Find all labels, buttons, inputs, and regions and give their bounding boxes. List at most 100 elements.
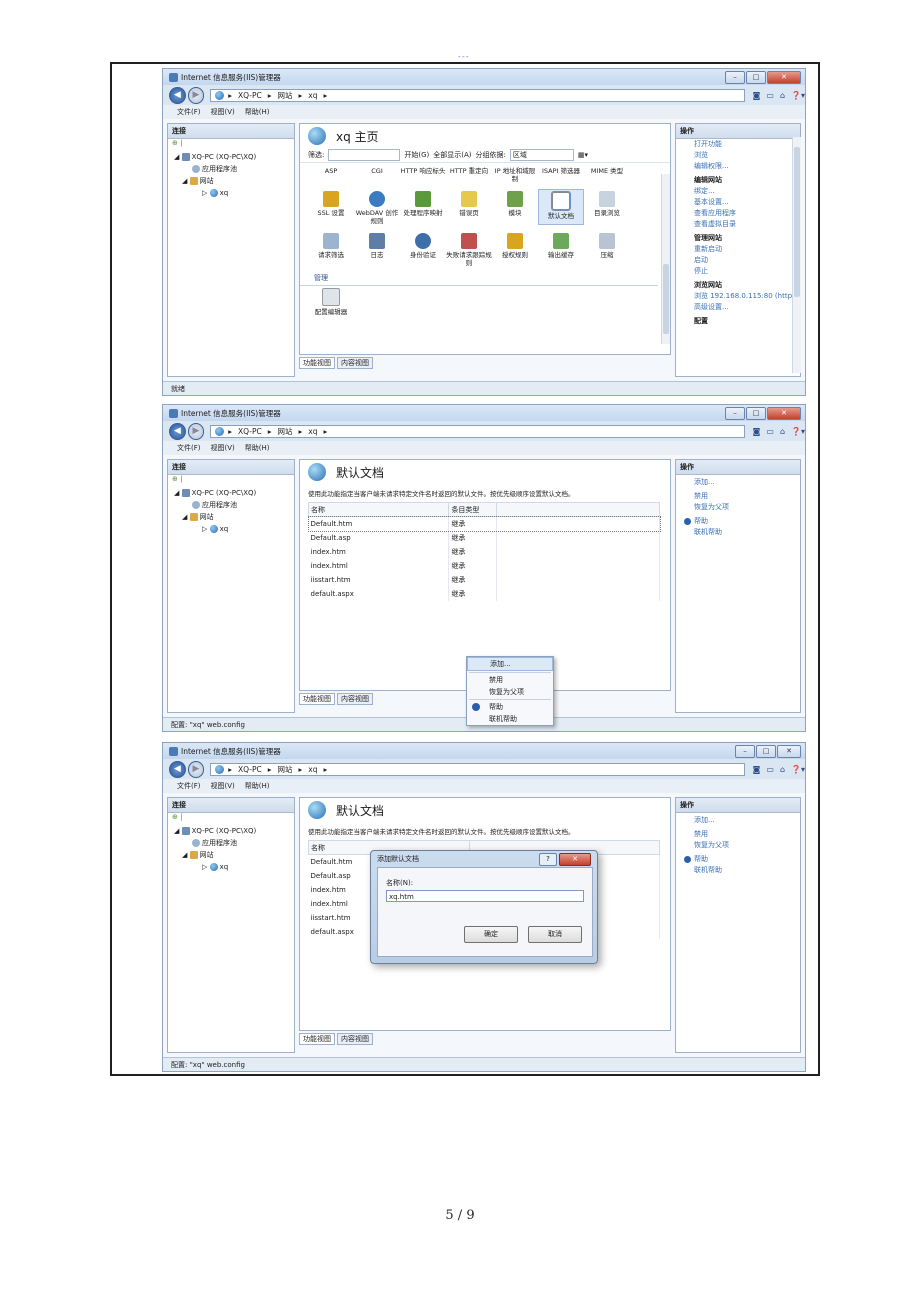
tree-node-apppools[interactable]: 应用程序池: [172, 499, 294, 511]
menu-help[interactable]: 帮助(H): [245, 781, 270, 791]
address-path[interactable]: ▸ XQ-PC ▸ 网站 ▸ xq ▸: [210, 762, 745, 776]
feature-webdav[interactable]: WebDAV 创作规则: [354, 189, 400, 225]
tab-features-view[interactable]: 功能视图: [299, 1033, 335, 1045]
action-disable[interactable]: 禁用: [682, 829, 800, 840]
minimize-button[interactable]: –: [725, 407, 745, 420]
feature-authorization-rules[interactable]: 授权规则: [492, 231, 538, 267]
action-link[interactable]: 停止: [682, 266, 800, 277]
feature-modules[interactable]: 模块: [492, 189, 538, 225]
feature-output-caching[interactable]: 输出缓存: [538, 231, 584, 267]
action-help[interactable]: 帮助: [682, 516, 800, 527]
help-icon[interactable]: ❓▾: [791, 91, 805, 100]
maximize-button[interactable]: □: [756, 745, 776, 758]
breadcrumb-pc[interactable]: XQ-PC: [238, 427, 262, 436]
menu-file[interactable]: 文件(F): [177, 107, 201, 117]
menu-help[interactable]: 帮助(H): [245, 107, 270, 117]
feature-request-filtering[interactable]: 请求筛选: [308, 231, 354, 267]
breadcrumb-site[interactable]: xq: [308, 765, 317, 774]
stop-icon[interactable]: ▭: [766, 91, 774, 100]
tab-content-view[interactable]: 内容视图: [337, 1033, 373, 1045]
minimize-button[interactable]: –: [725, 71, 745, 84]
action-link[interactable]: 打开功能: [682, 139, 800, 150]
action-link[interactable]: 基本设置...: [682, 197, 800, 208]
show-all-button[interactable]: 全部显示(A): [433, 150, 471, 160]
tree-node-apppools[interactable]: 应用程序池: [172, 163, 294, 175]
back-button[interactable]: ◀: [169, 86, 186, 104]
help-icon[interactable]: ❓▾: [791, 765, 805, 774]
action-revert-to-parent[interactable]: 恢复为父项: [682, 502, 800, 513]
feature-error-pages[interactable]: 错误页: [446, 189, 492, 225]
feature-compression[interactable]: 压缩: [584, 231, 630, 267]
feature-asp[interactable]: ASP: [308, 167, 354, 183]
tab-features-view[interactable]: 功能视图: [299, 357, 335, 369]
action-link[interactable]: 启动: [682, 255, 800, 266]
context-add[interactable]: 添加...: [467, 657, 553, 671]
view-mode-icon[interactable]: ▦▾: [578, 151, 588, 159]
tree-node-xq[interactable]: ▷ xq: [172, 523, 294, 535]
column-entry-type[interactable]: 条目类型: [448, 502, 498, 517]
action-link[interactable]: 浏览 192.168.0.115:80 (http): [682, 291, 800, 302]
table-row[interactable]: Default.asp 继承: [308, 531, 660, 545]
home-icon[interactable]: ⌂: [780, 91, 785, 100]
home-scrollbar[interactable]: [661, 174, 670, 344]
menu-file[interactable]: 文件(F): [177, 781, 201, 791]
context-online-help[interactable]: 联机帮助: [467, 713, 553, 725]
address-path[interactable]: ▸ XQ-PC ▸ 网站 ▸ xq ▸: [210, 88, 745, 102]
forward-button[interactable]: ▶: [187, 422, 205, 440]
back-button[interactable]: ◀: [169, 422, 186, 440]
action-help[interactable]: 帮助: [682, 854, 800, 865]
help-icon[interactable]: ❓▾: [791, 427, 805, 436]
table-row[interactable]: index.html 继承: [308, 559, 660, 573]
column-name[interactable]: 名称: [307, 502, 450, 517]
action-revert-to-parent[interactable]: 恢复为父项: [682, 840, 800, 851]
feature-cgi[interactable]: CGI: [354, 167, 400, 183]
group-by-select[interactable]: 区域: [509, 149, 574, 161]
tab-content-view[interactable]: 内容视图: [337, 357, 373, 369]
feature-directory-browsing[interactable]: 目录浏览: [584, 189, 630, 225]
action-link[interactable]: 查看应用程序: [682, 208, 800, 219]
tree-node-pc[interactable]: ◢ XQ-PC (XQ-PC\XQ): [172, 487, 294, 499]
breadcrumb-site[interactable]: xq: [308, 91, 317, 100]
tree-node-pc[interactable]: ◢ XQ-PC (XQ-PC\XQ): [172, 151, 294, 163]
menu-view[interactable]: 视图(V): [211, 781, 235, 791]
menu-file[interactable]: 文件(F): [177, 443, 201, 453]
go-button[interactable]: 开始(G): [404, 150, 429, 160]
action-link[interactable]: 高级设置...: [682, 302, 800, 313]
tree-node-apppools[interactable]: 应用程序池: [172, 837, 294, 849]
connect-tool-icon[interactable]: ⊕ |: [168, 139, 294, 151]
action-link[interactable]: 浏览: [682, 150, 800, 161]
action-disable[interactable]: 禁用: [682, 491, 800, 502]
action-link[interactable]: 编辑权限...: [682, 161, 800, 172]
menu-help[interactable]: 帮助(H): [245, 443, 270, 453]
tree-node-sites[interactable]: ◢ 网站: [172, 511, 294, 523]
table-row[interactable]: iisstart.htm 继承: [308, 573, 660, 587]
action-add[interactable]: 添加...: [682, 477, 800, 488]
breadcrumb-pc[interactable]: XQ-PC: [238, 765, 262, 774]
dialog-close-button[interactable]: ✕: [559, 853, 591, 866]
back-button[interactable]: ◀: [169, 760, 186, 778]
refresh-icon[interactable]: ◙: [753, 91, 761, 100]
tab-features-view[interactable]: 功能视图: [299, 693, 335, 705]
refresh-icon[interactable]: ◙: [753, 765, 761, 774]
filter-input[interactable]: [328, 149, 401, 161]
context-disable[interactable]: 禁用: [467, 674, 553, 686]
close-button[interactable]: ✕: [767, 407, 801, 420]
tree-node-sites[interactable]: ◢ 网站: [172, 849, 294, 861]
name-input[interactable]: xq.htm: [386, 890, 584, 902]
feature-default-document[interactable]: 默认文档: [538, 189, 584, 225]
forward-button[interactable]: ▶: [187, 86, 205, 104]
feature-isapi-filters[interactable]: ISAPI 筛选器: [538, 167, 584, 183]
tree-node-pc[interactable]: ◢ XQ-PC (XQ-PC\XQ): [172, 825, 294, 837]
feature-mime-types[interactable]: MIME 类型: [584, 167, 630, 183]
refresh-icon[interactable]: ◙: [753, 427, 761, 436]
context-revert-to-parent[interactable]: 恢复为父项: [467, 686, 553, 698]
home-icon[interactable]: ⌂: [780, 427, 785, 436]
stop-icon[interactable]: ▭: [766, 765, 774, 774]
feature-ssl[interactable]: SSL 设置: [308, 189, 354, 225]
table-row[interactable]: index.htm 继承: [308, 545, 660, 559]
breadcrumb-pc[interactable]: XQ-PC: [238, 91, 262, 100]
action-add[interactable]: 添加...: [682, 815, 800, 826]
menu-view[interactable]: 视图(V): [211, 443, 235, 453]
table-row[interactable]: Default.htm 继承: [307, 515, 661, 532]
maximize-button[interactable]: □: [746, 407, 766, 420]
